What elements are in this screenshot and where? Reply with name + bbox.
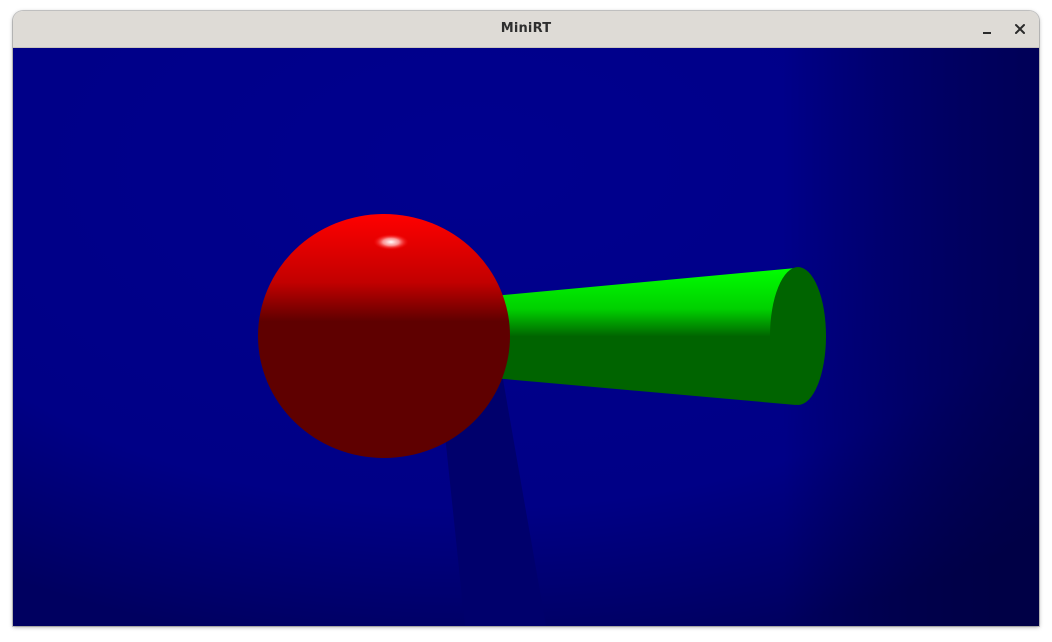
close-button[interactable]: [1010, 19, 1030, 39]
close-icon: [1015, 24, 1025, 34]
sphere-specular-highlight: [373, 234, 409, 250]
window-title: MiniRT: [500, 21, 552, 36]
minirt-window: MiniRT: [13, 11, 1039, 626]
red-sphere: [258, 214, 510, 458]
minimize-icon: [983, 32, 991, 34]
minimize-button[interactable]: [977, 19, 997, 39]
title-bar[interactable]: MiniRT: [13, 11, 1039, 48]
cylinder-cap: [770, 267, 826, 405]
render-viewport: [13, 48, 1039, 626]
render-canvas: [13, 48, 1039, 626]
